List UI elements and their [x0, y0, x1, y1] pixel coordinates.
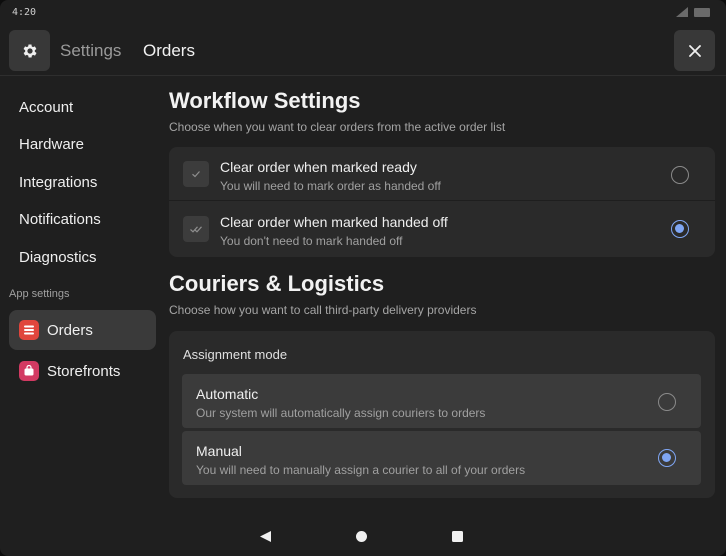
- assignment-option-manual[interactable]: Manual You will need to manually assign …: [182, 431, 701, 485]
- check-icon: [183, 161, 209, 187]
- sidebar: Account Hardware Integrations Notificati…: [0, 77, 165, 517]
- sidebar-item-hardware[interactable]: Hardware: [19, 136, 84, 153]
- sidebar-item-integrations[interactable]: Integrations: [19, 174, 97, 191]
- assignment-option-description: Our system will automatically assign cou…: [196, 406, 486, 420]
- sidebar-section-label: App settings: [9, 288, 70, 300]
- home-icon[interactable]: [355, 530, 368, 543]
- orders-app-icon: [19, 320, 39, 340]
- workflow-option-ready[interactable]: Clear order when marked ready You will n…: [169, 147, 715, 201]
- status-time: 4:20: [12, 7, 37, 18]
- workflow-settings-description: Choose when you want to clear orders fro…: [169, 120, 506, 134]
- app-window: 4:20 Settings Orders Account Hardware In…: [0, 0, 726, 556]
- couriers-logistics-title: Couriers & Logistics: [169, 271, 385, 296]
- assignment-option-automatic[interactable]: Automatic Our system will automatically …: [182, 374, 701, 428]
- workflow-handed-off-radio[interactable]: [671, 220, 689, 238]
- workflow-settings-title: Workflow Settings: [169, 88, 361, 113]
- settings-button[interactable]: [9, 30, 50, 71]
- recent-apps-icon[interactable]: [451, 530, 464, 543]
- assignment-option-title: Automatic: [196, 386, 259, 402]
- close-icon: [688, 44, 701, 57]
- couriers-logistics-description: Choose how you want to call third-party …: [169, 303, 477, 317]
- workflow-option-description: You don't need to mark handed off: [220, 234, 403, 248]
- automatic-radio[interactable]: [658, 393, 676, 411]
- sidebar-item-label: Storefronts: [47, 362, 121, 380]
- status-bar: 4:20: [0, 0, 726, 26]
- top-bar: Settings Orders: [0, 26, 726, 76]
- sidebar-item-diagnostics[interactable]: Diagnostics: [19, 249, 97, 266]
- page-title: Orders: [143, 41, 195, 60]
- workflow-option-handed-off[interactable]: Clear order when marked handed off You d…: [169, 202, 715, 256]
- signal-battery-icon: [676, 7, 710, 17]
- workflow-options-card: Clear order when marked ready You will n…: [169, 147, 715, 257]
- breadcrumb-settings[interactable]: Settings: [60, 41, 121, 61]
- double-check-icon: [183, 216, 209, 242]
- assignment-mode-label: Assignment mode: [183, 347, 288, 362]
- close-button[interactable]: [674, 30, 715, 71]
- workflow-ready-radio[interactable]: [671, 166, 689, 184]
- assignment-option-title: Manual: [196, 443, 242, 459]
- navigation-bar: [0, 517, 726, 556]
- assignment-option-description: You will need to manually assign a couri…: [196, 463, 526, 477]
- sidebar-item-orders[interactable]: Orders: [9, 310, 156, 350]
- storefront-app-icon: [19, 361, 39, 381]
- sidebar-item-account[interactable]: Account: [19, 99, 73, 116]
- gear-icon: [23, 43, 37, 58]
- assignment-mode-card: Assignment mode Automatic Our system wil…: [169, 331, 715, 498]
- sidebar-item-label: Orders: [47, 321, 93, 339]
- workflow-option-description: You will need to mark order as handed of…: [220, 179, 441, 193]
- back-icon[interactable]: [259, 530, 272, 543]
- sidebar-item-notifications[interactable]: Notifications: [19, 211, 101, 228]
- manual-radio[interactable]: [658, 449, 676, 467]
- workflow-option-title: Clear order when marked handed off: [220, 214, 448, 230]
- sidebar-item-storefronts[interactable]: Storefronts: [9, 351, 156, 391]
- workflow-option-title: Clear order when marked ready: [220, 159, 417, 175]
